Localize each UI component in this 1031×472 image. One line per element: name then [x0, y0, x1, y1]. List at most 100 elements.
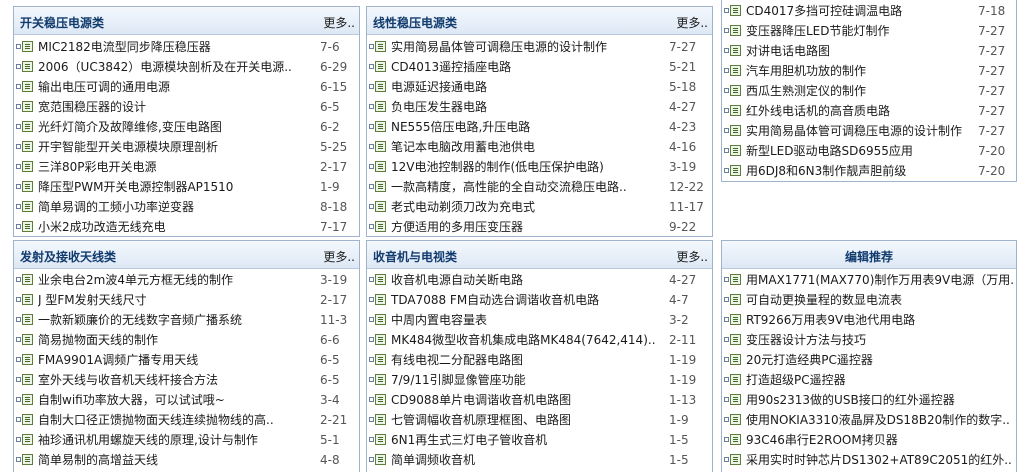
- article-link[interactable]: 负电压发生器电路: [391, 97, 663, 117]
- bullet-icon: [724, 8, 729, 13]
- bullet-icon: [369, 357, 374, 362]
- article-link[interactable]: 可自动更换量程的数显电流表: [746, 290, 1014, 310]
- article-link[interactable]: 业余电台2m波4单元方框无线的制作: [38, 270, 314, 290]
- article-link[interactable]: 七管调幅收音机原理框图、电路图: [391, 410, 663, 430]
- article-date: 7-18: [978, 4, 1006, 18]
- article-link[interactable]: 简单易调的工频小功率逆变器: [38, 197, 314, 217]
- article-link[interactable]: 西瓜生熟测定仪的制作: [746, 81, 972, 101]
- bullet-icon: [724, 277, 729, 282]
- document-icon: [22, 121, 33, 132]
- article-link[interactable]: 用90s2313做的USB接口的红外遥控器: [746, 390, 1014, 410]
- article-link[interactable]: 红外线电话机的高音质电路: [746, 101, 972, 121]
- article-date: 6-5: [320, 353, 340, 367]
- article-link[interactable]: 一款高精度，高性能的全自动交流稳压电路..: [391, 177, 663, 197]
- article-date: 1-19: [669, 373, 697, 387]
- article-list: 用MAX1771(MAX770)制作万用表9V电源（万用.. 可自动更换量程的数显…: [722, 270, 1016, 470]
- article-link[interactable]: 一款新颖廉价的无线数字音频广播系统: [38, 310, 314, 330]
- article-link[interactable]: 开宇智能型开关电源模块原理剖析: [38, 137, 314, 157]
- bullet-icon: [16, 64, 21, 69]
- article-link[interactable]: 简单调频收音机: [391, 450, 663, 470]
- article-link[interactable]: 降压型PWM开关电源控制器AP1510: [38, 177, 314, 197]
- article-date: 1-9: [669, 413, 689, 427]
- more-link[interactable]: 更多..: [676, 248, 708, 265]
- article-link[interactable]: CD4017多挡可控硅调温电路: [746, 1, 972, 21]
- bullet-icon: [16, 417, 21, 422]
- article-link[interactable]: 自制wifi功率放大器，可以试试哦~: [38, 390, 314, 410]
- list-item: 用6DJ8和6N3制作靓声胆前级 7-20: [722, 161, 1016, 181]
- article-link[interactable]: 简单易制的高增益天线: [38, 450, 314, 470]
- article-link[interactable]: 使用NOKIA3310液晶屏及DS18B20制作的数字..: [746, 410, 1014, 430]
- panel-linear-power: 线性稳压电源类 更多.. 实用简易晶体管可调稳压电源的设计制作 7-27 CD401…: [366, 6, 713, 237]
- article-link[interactable]: RT9266万用表9V电池代用电路: [746, 310, 1014, 330]
- list-item: 室外天线与收音机天线杆接合方法 6-5: [14, 370, 359, 390]
- article-link[interactable]: 2006（UC3842）电源模块剖析及在开关电源..: [38, 57, 314, 77]
- document-icon: [730, 65, 741, 76]
- list-item: 变压器降压LED节能灯制作 7-27: [722, 21, 1016, 41]
- article-link[interactable]: 对讲电话电路图: [746, 41, 972, 61]
- article-link[interactable]: 汽车用胆机功放的制作: [746, 61, 972, 81]
- document-icon: [730, 105, 741, 116]
- article-link[interactable]: 自制大口径正馈抛物面天线连续抛物线的高..: [38, 410, 314, 430]
- article-link[interactable]: 三洋80P彩电开关电源: [38, 157, 314, 177]
- more-link[interactable]: 更多..: [323, 14, 355, 31]
- article-link[interactable]: CD9088单片电调谐收音机电路图: [391, 390, 663, 410]
- article-link[interactable]: 老式电动剃须刀改为充电式: [391, 197, 663, 217]
- article-link[interactable]: NE555倍压电路,升压电路: [391, 117, 663, 137]
- article-date: 4-7: [669, 293, 689, 307]
- article-link[interactable]: 用6DJ8和6N3制作靓声胆前级: [746, 161, 972, 181]
- panel-header: 收音机与电视类 更多..: [367, 241, 712, 269]
- article-link[interactable]: 简易抛物面天线的制作: [38, 330, 314, 350]
- article-link[interactable]: 实用简易晶体管可调稳压电源的设计制作: [391, 37, 663, 57]
- article-link[interactable]: 笔记本电脑改用蓄电池供电: [391, 137, 663, 157]
- article-link[interactable]: 93C46串行E2ROOM拷贝器: [746, 430, 1014, 450]
- article-link[interactable]: MIC2182电流型同步降压稳压器: [38, 37, 314, 57]
- article-link[interactable]: 用MAX1771(MAX770)制作万用表9V电源（万用..: [746, 270, 1014, 290]
- list-item: 自制wifi功率放大器，可以试试哦~ 3-4: [14, 390, 359, 410]
- document-icon: [730, 85, 741, 96]
- article-link[interactable]: 中周内置电容量表: [391, 310, 663, 330]
- bullet-icon: [724, 28, 729, 33]
- article-link[interactable]: 打造超级PC遥控器: [746, 370, 1014, 390]
- article-link[interactable]: 变压器降压LED节能灯制作: [746, 21, 972, 41]
- article-date: 3-19: [320, 273, 348, 287]
- article-link[interactable]: 室外天线与收音机天线杆接合方法: [38, 370, 314, 390]
- article-link[interactable]: 袖珍通讯机用螺旋天线的原理,设计与制作: [38, 430, 314, 450]
- bullet-icon: [369, 457, 374, 462]
- article-link[interactable]: 20元打造经典PC遥控器: [746, 350, 1014, 370]
- article-date: 1-9: [320, 180, 340, 194]
- bullet-icon: [16, 184, 21, 189]
- article-date: 5-21: [669, 60, 697, 74]
- article-date: 4-23: [669, 120, 697, 134]
- article-link[interactable]: 输出电压可调的通用电源: [38, 77, 314, 97]
- document-icon: [22, 294, 33, 305]
- article-link[interactable]: 小米2成功改造无线充电: [38, 217, 314, 236]
- article-link[interactable]: J 型FM发射天线尺寸: [38, 290, 314, 310]
- article-link[interactable]: TDA7088 FM自动选台调谐收音机电路: [391, 290, 663, 310]
- article-link[interactable]: 12V电池控制器的制作(低电压保护电路): [391, 157, 663, 177]
- article-link[interactable]: MK484微型收音机集成电路MK484(7642,414)..: [391, 330, 663, 350]
- article-link[interactable]: 新型LED驱动电路SD6955应用: [746, 141, 972, 161]
- article-link[interactable]: 电源延迟接通电路: [391, 77, 663, 97]
- bullet-icon: [369, 124, 374, 129]
- article-link[interactable]: 宽范围稳压器的设计: [38, 97, 314, 117]
- article-link[interactable]: 6N1再生式三灯电子管收音机: [391, 430, 663, 450]
- article-link[interactable]: 采用实时时钟芯片DS1302+AT89C2051的红外..: [746, 450, 1014, 470]
- article-link[interactable]: 方便适用的多用压变压器: [391, 217, 663, 236]
- list-item: 电源延迟接通电路 5-18: [367, 77, 712, 97]
- article-link[interactable]: 有线电视二分配器电路图: [391, 350, 663, 370]
- article-link[interactable]: 7/9/11引脚显像管座功能: [391, 370, 663, 390]
- article-date: 7-27: [978, 44, 1006, 58]
- article-link[interactable]: 收音机电源自动关断电路: [391, 270, 663, 290]
- bullet-icon: [16, 224, 21, 229]
- document-icon: [375, 41, 386, 52]
- article-link[interactable]: 光纤灯简介及故障维修,变压电路图: [38, 117, 314, 137]
- article-link[interactable]: FMA9901A调频广播专用天线: [38, 350, 314, 370]
- panel-antenna: 发射及接收天线类 更多.. 业余电台2m波4单元方框无线的制作 3-19 J 型FM…: [13, 240, 360, 472]
- article-link[interactable]: 变压器设计方法与技巧: [746, 330, 1014, 350]
- more-link[interactable]: 更多..: [323, 248, 355, 265]
- bullet-icon: [16, 44, 21, 49]
- more-link[interactable]: 更多..: [676, 14, 708, 31]
- article-link[interactable]: CD4013遥控插座电路: [391, 57, 663, 77]
- article-date: 3-2: [669, 313, 689, 327]
- article-link[interactable]: 实用简易晶体管可调稳压电源的设计制作: [746, 121, 972, 141]
